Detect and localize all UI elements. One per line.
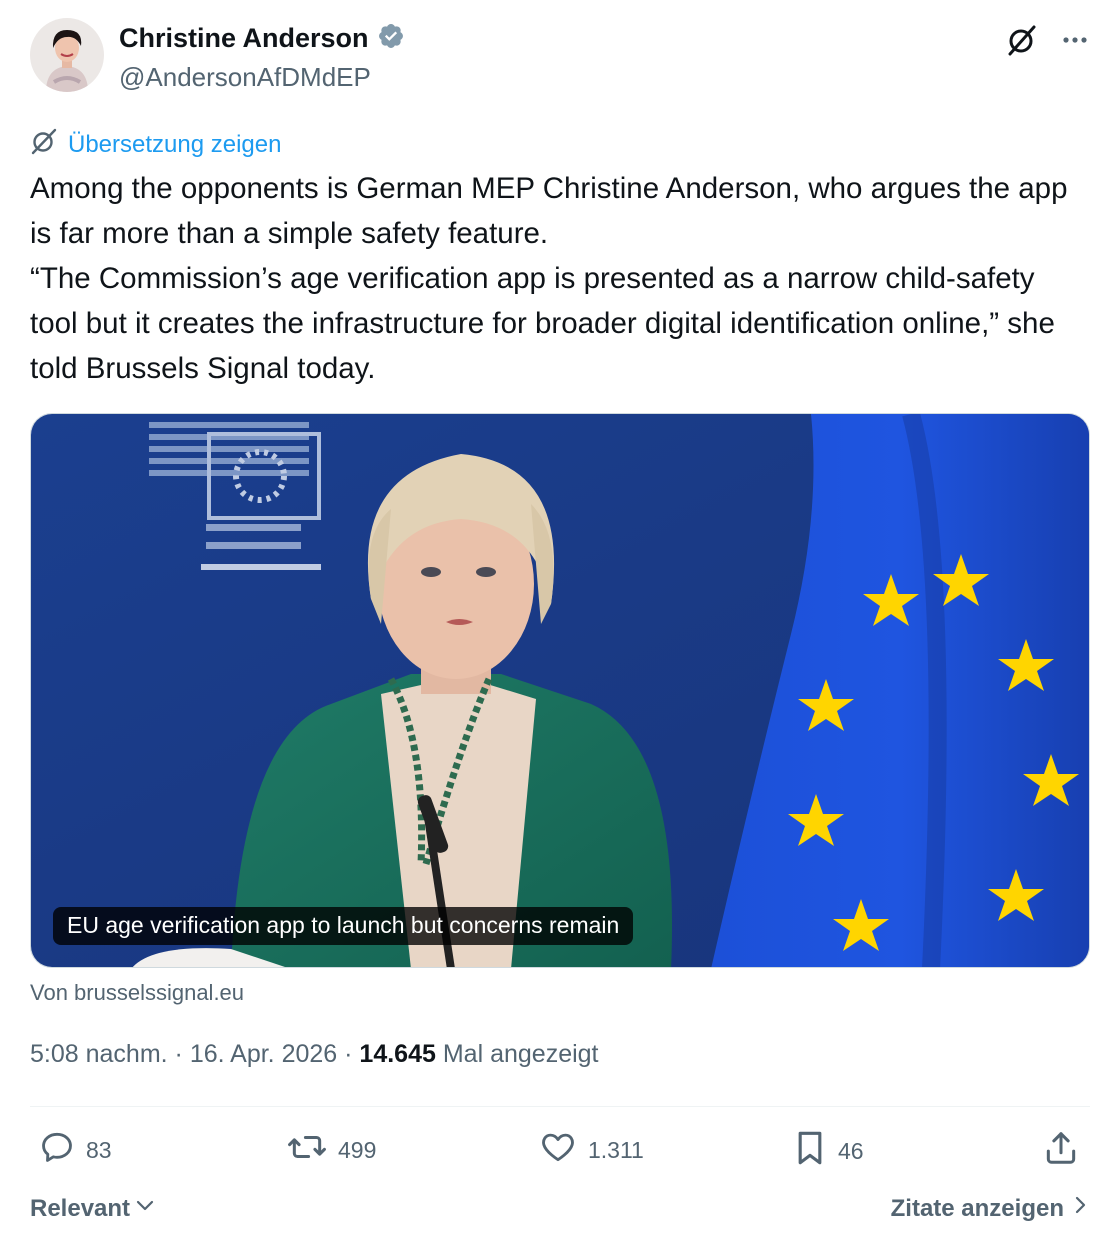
press-conference-photo [31, 414, 1089, 967]
translate-icon [30, 127, 58, 162]
bookmark-icon [792, 1128, 828, 1174]
tweet-date[interactable]: 16. Apr. 2026 [190, 1040, 337, 1068]
views-label: Mal angezeigt [442, 1040, 599, 1068]
quotes-label: Zitate anzeigen [890, 1194, 1064, 1222]
repost-icon [286, 1128, 328, 1172]
tweet-paragraph: Among the opponents is German MEP Christ… [30, 172, 1068, 250]
bookmark-count: 46 [838, 1137, 864, 1164]
grok-icon[interactable] [1006, 24, 1038, 61]
replies-footer: Relevant Zitate anzeigen [30, 1194, 1090, 1230]
share-button[interactable] [1042, 1128, 1080, 1174]
view-quotes-link[interactable]: Zitate anzeigen [891, 1194, 1090, 1223]
view-count: 14.645 [359, 1040, 436, 1068]
meta-separator: · [344, 1040, 353, 1068]
header-actions [1006, 24, 1090, 61]
sort-label: Relevant [30, 1194, 131, 1222]
chevron-down-icon [134, 1194, 156, 1223]
action-bar: 83 499 1.311 46 [30, 1128, 1090, 1174]
author-name-row[interactable]: Christine Anderson [119, 22, 405, 55]
tweet-meta: 5:08 nachm. · 16. Apr. 2026 · 14.645 Mal… [30, 1040, 599, 1069]
tweet-header: Christine Anderson @AndersonAfDMdEP [30, 18, 1090, 98]
verified-badge-icon [377, 22, 405, 55]
repost-count: 499 [338, 1136, 377, 1163]
translate-link[interactable]: Übersetzung zeigen [30, 127, 281, 162]
more-icon[interactable] [1060, 25, 1090, 60]
translate-label[interactable]: Übersetzung zeigen [68, 131, 281, 159]
share-icon [1042, 1128, 1080, 1174]
tweet-time[interactable]: 5:08 nachm. [30, 1040, 168, 1068]
repost-button[interactable]: 499 [286, 1128, 376, 1172]
reply-button[interactable]: 83 [38, 1128, 112, 1172]
like-icon [538, 1128, 578, 1172]
meta-separator: · [174, 1040, 183, 1068]
reply-icon [38, 1128, 76, 1172]
author-name[interactable]: Christine Anderson [119, 23, 369, 54]
reply-count: 83 [86, 1136, 112, 1163]
tweet-text: Among the opponents is German MEP Christ… [30, 166, 1090, 391]
avatar[interactable] [30, 18, 104, 92]
sort-dropdown[interactable]: Relevant [30, 1194, 156, 1223]
card-title: EU age verification app to launch but co… [53, 907, 634, 945]
link-card[interactable]: EU age verification app to launch but co… [30, 413, 1090, 968]
author-handle[interactable]: @AndersonAfDMdEP [119, 62, 371, 93]
bookmark-button[interactable]: 46 [792, 1128, 864, 1174]
divider [30, 1106, 1090, 1107]
like-count: 1.311 [588, 1136, 644, 1163]
like-button[interactable]: 1.311 [538, 1128, 644, 1172]
chevron-right-icon [1072, 1194, 1090, 1223]
tweet-paragraph: “The Commission’s age verification app i… [30, 262, 1055, 385]
card-source[interactable]: Von brusselssignal.eu [30, 980, 244, 1006]
